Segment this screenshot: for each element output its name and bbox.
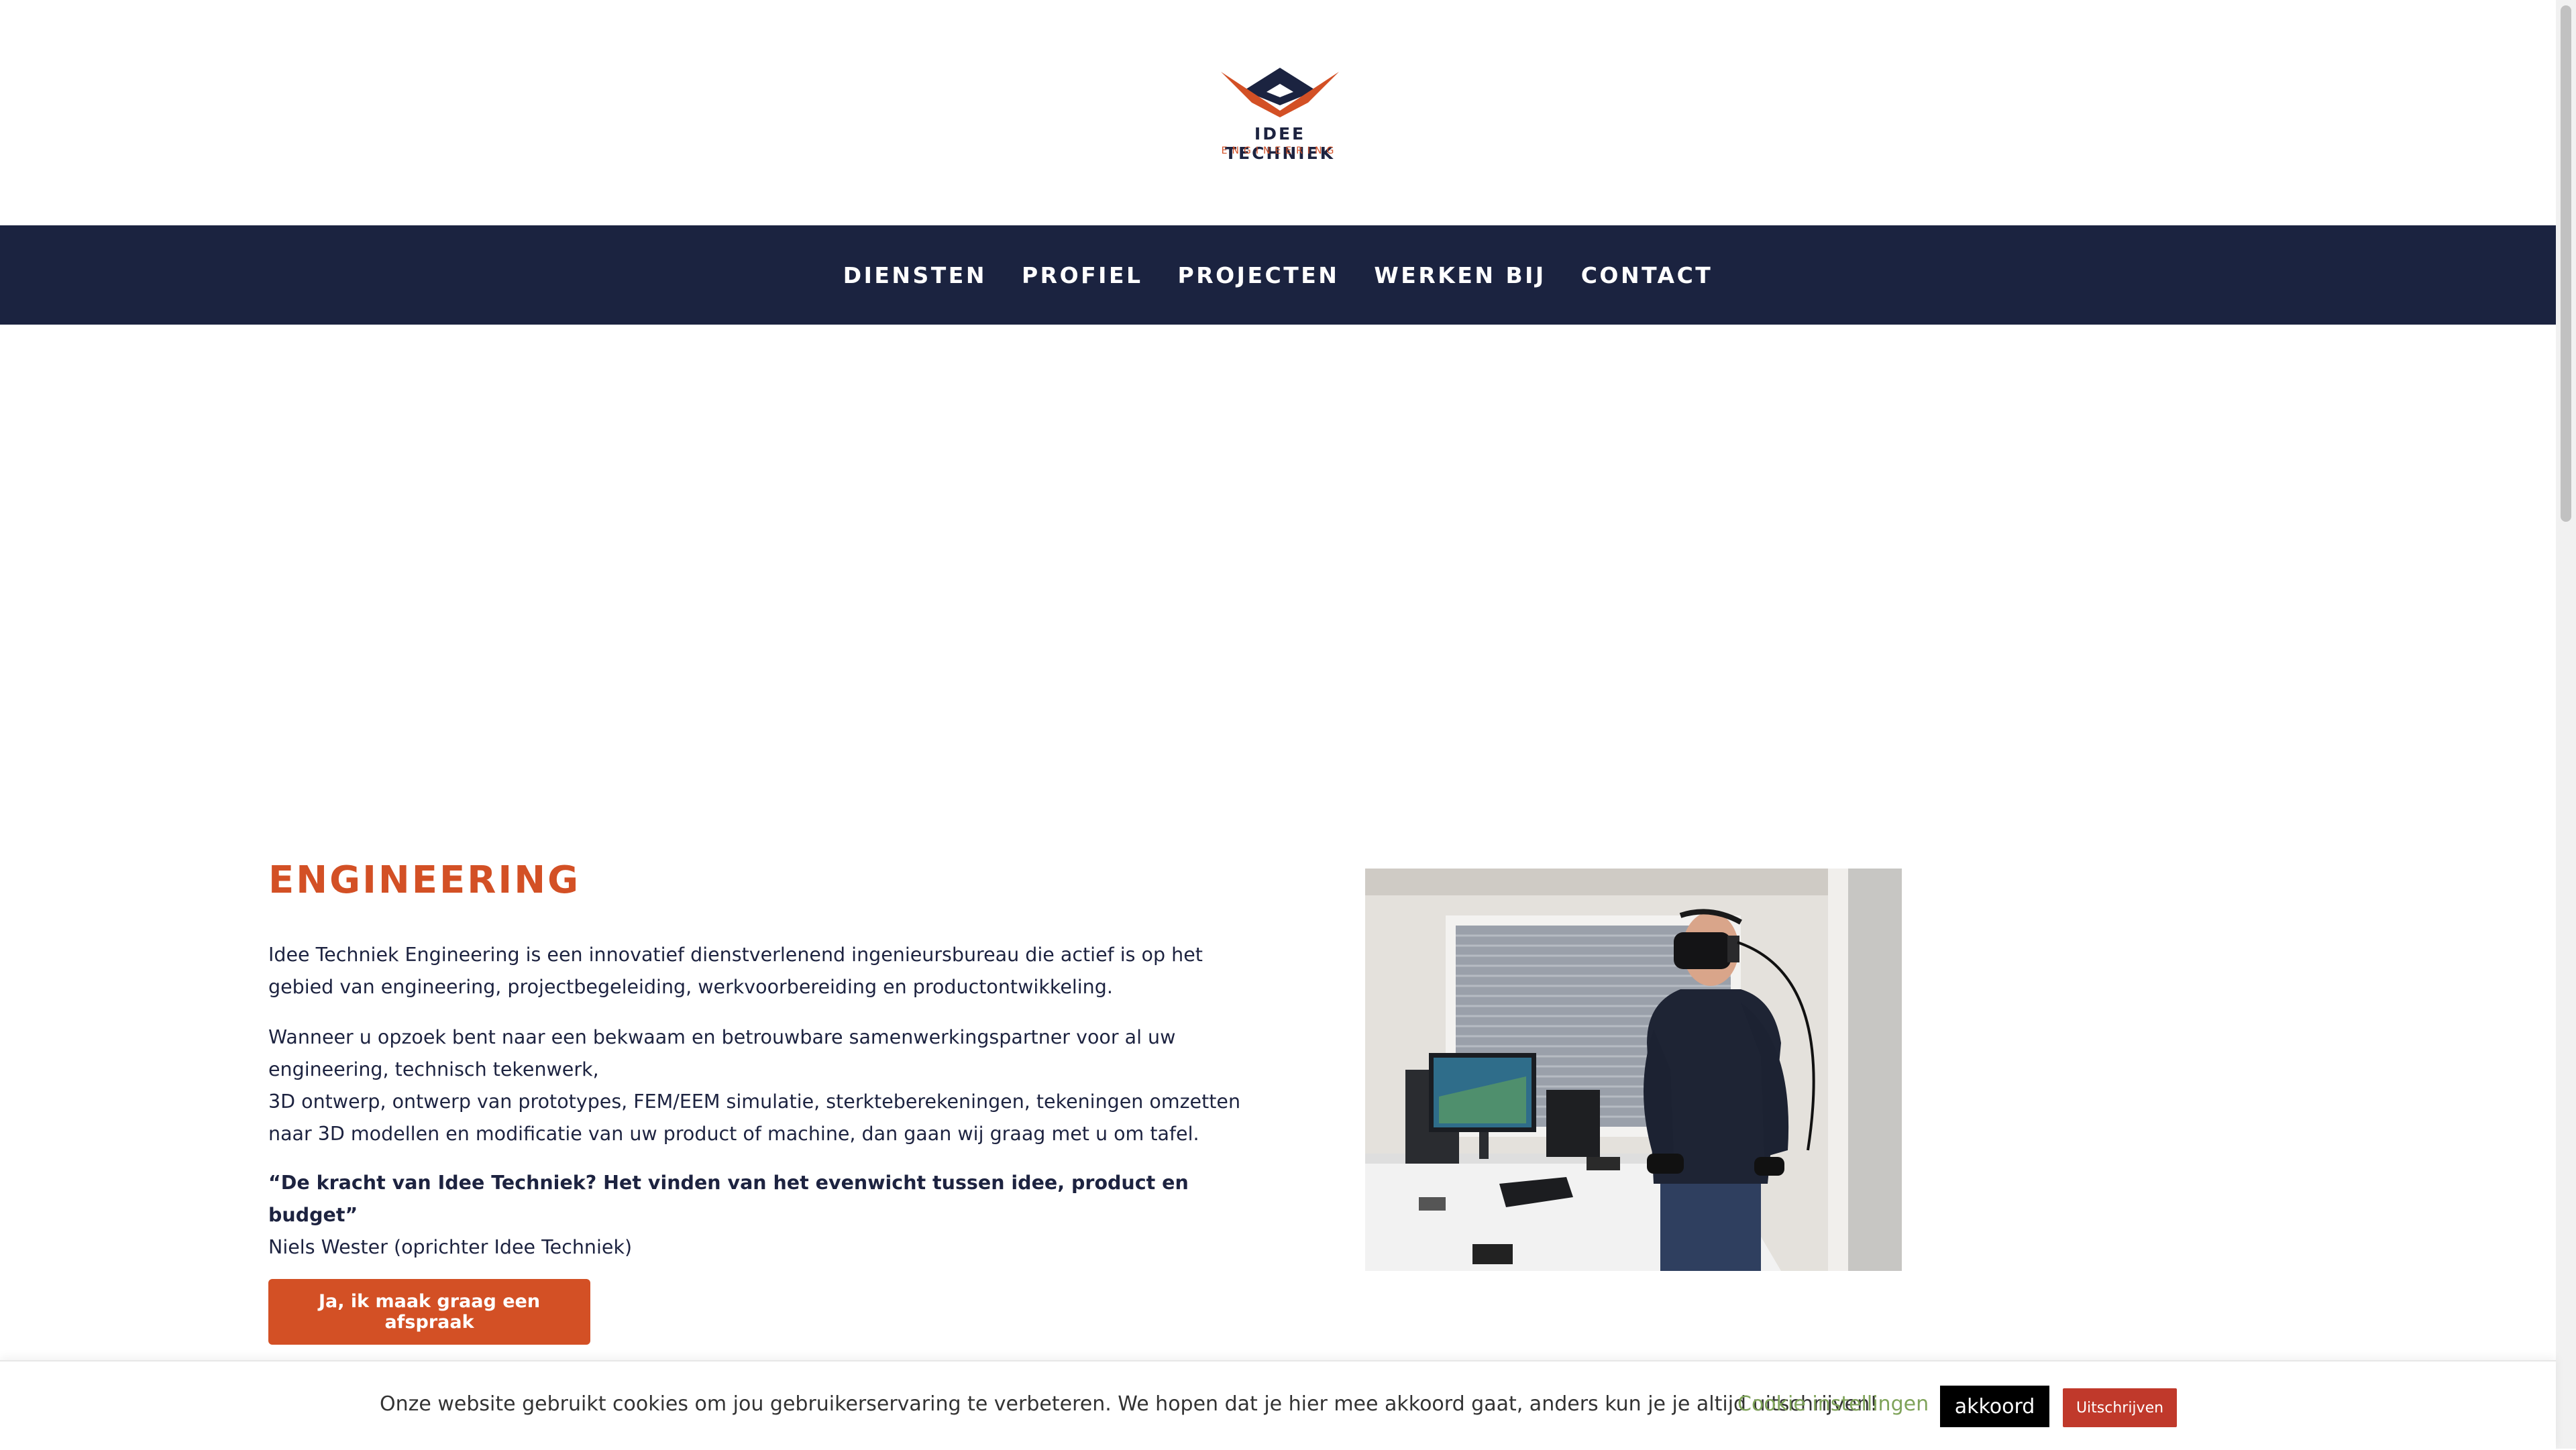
quote-author: Niels Wester (oprichter Idee Techniek)	[268, 1236, 633, 1258]
services-line-2: 3D ontwerp, ontwerp van prototypes, FEM/…	[268, 1091, 1241, 1145]
nav-item-profiel[interactable]: PROFIEL	[1022, 262, 1143, 288]
scrollbar-thumb[interactable]	[2561, 5, 2571, 522]
cookie-message: Onze website gebruikt cookies om jou geb…	[380, 1392, 1878, 1416]
nav-menu: DIENSTEN PROFIEL PROJECTEN WERKEN BIJ CO…	[0, 225, 2556, 325]
logo-title: IDEE TECHNIEK	[1224, 124, 1336, 163]
logo-mark-icon	[1221, 68, 1339, 117]
nav-item-diensten[interactable]: DIENSTEN	[843, 262, 987, 288]
intro-paragraph: Idee Techniek Engineering is een innovat…	[268, 944, 1203, 998]
page-scrollbar[interactable]	[2556, 0, 2576, 1449]
main-navigation: DIENSTEN PROFIEL PROJECTEN WERKEN BIJ CO…	[0, 225, 2556, 325]
nav-item-projecten[interactable]: PROJECTEN	[1178, 262, 1340, 288]
vr-engineer-photo	[1365, 869, 1902, 1271]
site-logo[interactable]: IDEE TECHNIEK ENGINEERING	[1201, 64, 1359, 164]
services-paragraph: Wanneer u opzoek bent naar een bekwaam e…	[268, 1021, 1254, 1150]
logo-tagline: ENGINEERING	[1221, 146, 1339, 156]
cookie-accept-button[interactable]: akkoord	[1940, 1386, 2049, 1427]
nav-item-werken-bij[interactable]: WERKEN BIJ	[1374, 262, 1546, 288]
cookie-consent-bar: Onze website gebruikt cookies om jou geb…	[0, 1360, 2556, 1450]
make-appointment-button[interactable]: Ja, ik maak graag een afspraak	[268, 1279, 590, 1345]
site-header: IDEE TECHNIEK ENGINEERING	[0, 0, 2556, 225]
quote-block: “De kracht van Idee Techniek? Het vinden…	[268, 1167, 1254, 1264]
page-heading: ENGINEERING	[268, 858, 581, 902]
cookie-settings-link[interactable]: Cookie instellingen	[1737, 1392, 1929, 1416]
services-line-1: Wanneer u opzoek bent naar een bekwaam e…	[268, 1026, 1176, 1080]
nav-item-contact[interactable]: CONTACT	[1581, 262, 1713, 288]
founder-quote: “De kracht van Idee Techniek? Het vinden…	[268, 1172, 1189, 1226]
cookie-reject-button[interactable]: Uitschrijven	[2063, 1388, 2177, 1427]
